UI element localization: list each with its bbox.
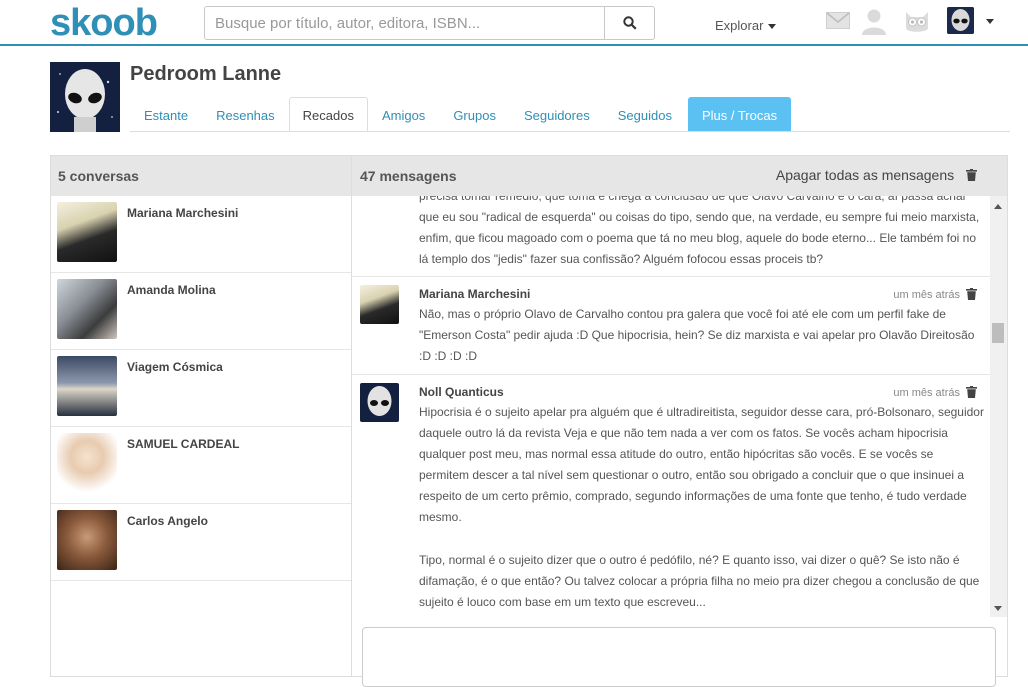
conversation-item[interactable]: Viagem Cósmica (51, 350, 352, 427)
message-author[interactable]: Mariana Marchesini (419, 287, 530, 301)
alien-avatar-image (947, 7, 974, 34)
message-item: Noll Quanticus um mês atrás Hipocrisia é… (352, 374, 990, 617)
messages-count: 47 mensagens (360, 168, 457, 184)
conversation-name: SAMUEL CARDEAL (127, 437, 240, 451)
mail-icon[interactable] (826, 12, 850, 29)
conversation-avatar (57, 433, 117, 493)
conversation-item[interactable]: SAMUEL CARDEAL (51, 427, 352, 504)
message-scrollbar[interactable] (990, 196, 1007, 617)
message-body-continued: Tipo, normal é o sujeito dizer que o out… (419, 553, 980, 609)
conversation-name: Amanda Molina (127, 283, 216, 297)
delete-all-label: Apagar todas as mensagens (775, 167, 955, 183)
conversation-item[interactable]: Amanda Molina (51, 273, 352, 350)
reply-textarea[interactable] (362, 627, 996, 687)
conversation-avatar (57, 279, 117, 339)
chevron-down-icon (768, 24, 777, 30)
tab-estante[interactable]: Estante (130, 97, 202, 132)
scroll-down-icon[interactable] (994, 606, 1002, 611)
tab-grupos[interactable]: Grupos (439, 97, 510, 132)
tabs-divider (130, 131, 1010, 132)
tab-amigos[interactable]: Amigos (368, 97, 439, 132)
message-list: precisa tomar remédio, que toma e chega … (352, 196, 990, 617)
profile-picture[interactable] (50, 62, 120, 132)
conversations-panel: 5 conversas Mariana Marchesini Amanda Mo… (50, 155, 352, 677)
conversations-header: 5 conversas (51, 156, 352, 196)
message-time: um mês atrás (893, 387, 960, 399)
conversation-item[interactable]: Mariana Marchesini (51, 196, 352, 273)
message-author[interactable]: Noll Quanticus (419, 385, 504, 399)
scroll-up-icon[interactable] (994, 204, 1002, 209)
profile-tabs: Estante Resenhas Recados Amigos Grupos S… (130, 97, 792, 132)
message-body: Não, mas o próprio Olavo de Carvalho con… (419, 307, 975, 363)
message-item: Mariana Marchesini um mês atrás Não, mas… (352, 276, 990, 373)
delete-all-button[interactable]: Apagar todas as mensagens (776, 167, 977, 183)
conversation-name: Viagem Cósmica (127, 360, 223, 374)
tab-seguidores[interactable]: Seguidores (510, 97, 604, 132)
owl-icon[interactable] (904, 8, 930, 35)
avatar[interactable] (947, 7, 974, 34)
trash-icon (966, 169, 977, 181)
conversation-item[interactable]: Carlos Angelo (51, 504, 352, 581)
trash-icon[interactable] (966, 386, 977, 398)
skoob-logo[interactable]: skoob (50, 2, 158, 45)
message-time: um mês atrás (893, 289, 960, 301)
message-body: Hipocrisia é o sujeito apelar pra alguém… (419, 405, 984, 524)
search-input[interactable] (205, 7, 605, 39)
alien-profile-image (50, 62, 120, 132)
message-avatar[interactable] (360, 285, 399, 324)
messages-panel: 47 mensagens Apagar todas as mensagens p… (351, 155, 1008, 687)
search-button[interactable] (604, 7, 654, 39)
user-icon[interactable] (861, 8, 887, 35)
tab-plus-trocas[interactable]: Plus / Trocas (687, 97, 792, 132)
tab-resenhas[interactable]: Resenhas (202, 97, 289, 132)
conversation-avatar (57, 510, 117, 570)
tab-seguidos[interactable]: Seguidos (604, 97, 686, 132)
search-icon (622, 16, 637, 30)
conversation-avatar (57, 202, 117, 262)
messages-header: 47 mensagens Apagar todas as mensagens (352, 156, 1007, 196)
conversation-name: Mariana Marchesini (127, 206, 239, 220)
explore-label: Explorar (715, 18, 764, 33)
avatar-menu-chevron-icon[interactable] (986, 19, 994, 24)
scroll-thumb[interactable] (992, 323, 1004, 343)
explore-menu[interactable]: Explorar (715, 18, 777, 33)
trash-icon[interactable] (966, 288, 977, 300)
conversation-name: Carlos Angelo (127, 514, 208, 528)
message-body-partial: precisa tomar remédio, que toma e chega … (419, 196, 980, 266)
conversation-avatar (57, 356, 117, 416)
alien-avatar-image (360, 383, 399, 422)
tab-recados[interactable]: Recados (288, 97, 368, 132)
message-avatar[interactable] (360, 383, 399, 422)
search-box (204, 6, 655, 40)
top-bar: skoob Explorar (0, 0, 1028, 46)
profile-name: Pedroom Lanne (130, 63, 282, 85)
